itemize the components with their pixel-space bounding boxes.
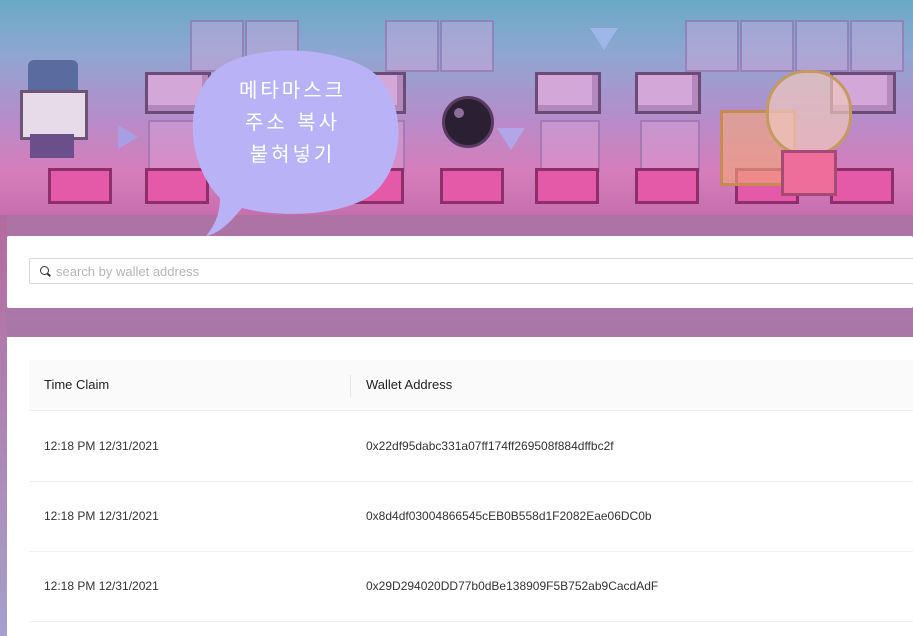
column-header-time-claim[interactable]: Time Claim bbox=[44, 360, 109, 410]
claims-table: Time Claim Wallet Address 12:18 PM 12/31… bbox=[7, 337, 913, 636]
banner-tile bbox=[850, 20, 904, 72]
banner-block bbox=[535, 72, 601, 114]
banner-tile bbox=[685, 20, 739, 72]
speech-bubble-text: 메타마스크 주소 복사 붙혀넣기 bbox=[180, 74, 405, 170]
table-row[interactable]: 12:18 PM 12/31/2021 0x8d4df03004866545cE… bbox=[29, 481, 913, 552]
search-box[interactable] bbox=[29, 258, 913, 284]
game-banner bbox=[0, 0, 913, 215]
cell-time-claim: 12:18 PM 12/31/2021 bbox=[44, 579, 159, 593]
cell-time-claim: 12:18 PM 12/31/2021 bbox=[44, 439, 159, 453]
arrow-right-icon bbox=[118, 125, 138, 149]
speech-bubble: 메타마스크 주소 복사 붙혀넣기 bbox=[180, 48, 405, 236]
table-row[interactable]: 12:18 PM 12/31/2021 0x29D294020DD77b0dBe… bbox=[29, 551, 913, 622]
page-edge bbox=[0, 215, 7, 636]
banner-pink-block bbox=[48, 168, 112, 204]
banner-pink-block bbox=[440, 168, 504, 204]
cell-wallet-address: 0x8d4df03004866545cEB0B558d1F2082Eae06DC… bbox=[366, 509, 652, 523]
search-input[interactable] bbox=[56, 263, 896, 279]
cell-wallet-address: 0x29D294020DD77b0dBe138909F5B752ab9CacdA… bbox=[366, 579, 659, 593]
search-card bbox=[7, 236, 913, 308]
arrow-down-icon bbox=[590, 28, 618, 50]
column-header-wallet-address[interactable]: Wallet Address bbox=[366, 360, 452, 410]
banner-pink-block bbox=[635, 168, 699, 204]
banner-pink-block bbox=[535, 168, 599, 204]
bubble-line-1: 메타마스크 bbox=[239, 78, 346, 102]
banner-tile bbox=[540, 120, 600, 172]
bomb-icon bbox=[442, 96, 494, 148]
bubble-line-3: 붙혀넣기 bbox=[249, 142, 336, 166]
pixel-character bbox=[8, 60, 98, 160]
cell-wallet-address: 0x22df95dabc331a07ff174ff269508f884dffbc… bbox=[366, 439, 614, 453]
search-icon bbox=[40, 265, 51, 277]
pixel-statue bbox=[756, 60, 856, 200]
banner-tile bbox=[440, 20, 494, 72]
table-row[interactable]: 12:18 PM 12/31/2021 0x22df95dabc331a07ff… bbox=[29, 411, 913, 482]
table-header: Time Claim Wallet Address bbox=[29, 360, 913, 411]
arrow-down-icon bbox=[497, 128, 525, 150]
column-divider bbox=[350, 375, 351, 397]
banner-tile bbox=[640, 120, 700, 172]
bubble-line-2: 주소 복사 bbox=[245, 110, 340, 134]
cell-time-claim: 12:18 PM 12/31/2021 bbox=[44, 509, 159, 523]
banner-block bbox=[635, 72, 701, 114]
